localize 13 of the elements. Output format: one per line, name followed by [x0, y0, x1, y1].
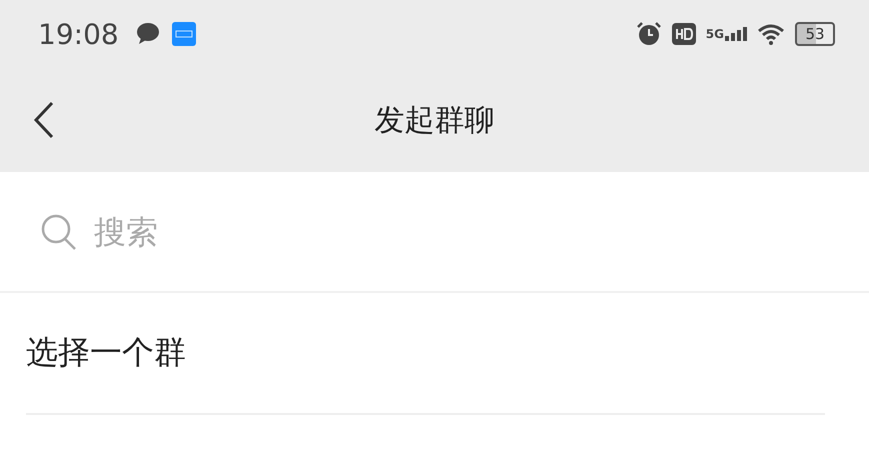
page-title: 发起群聊	[374, 102, 494, 140]
search-field[interactable]: 搜索	[92, 212, 396, 252]
status-time: 19:08	[38, 18, 119, 50]
battery-indicator: 53	[795, 22, 835, 46]
hd-icon	[672, 23, 696, 45]
search-icon	[40, 212, 78, 250]
signal-bars-icon	[725, 27, 747, 41]
app-notification-icon	[170, 21, 197, 47]
wifi-icon	[757, 23, 785, 45]
list-item[interactable]: 选择一个群	[26, 293, 825, 415]
chat-bubble-icon	[134, 22, 161, 46]
network-type: 5G	[706, 27, 724, 41]
alarm-clock-icon	[636, 21, 662, 47]
